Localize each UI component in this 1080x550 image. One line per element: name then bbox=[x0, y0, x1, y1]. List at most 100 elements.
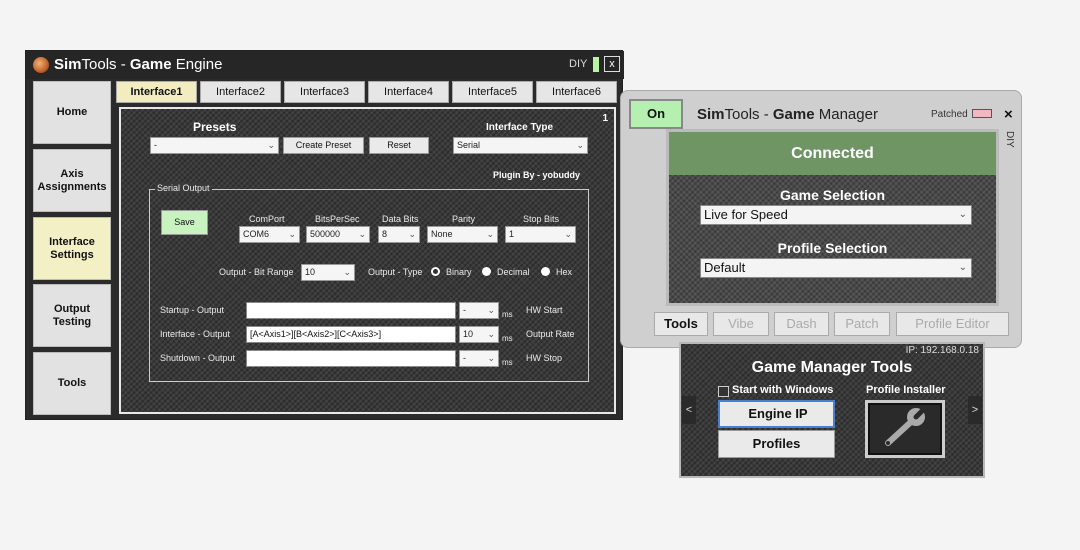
tab-interface5[interactable]: Interface5 bbox=[452, 81, 533, 103]
tab-patch[interactable]: Patch bbox=[834, 312, 890, 336]
tab-vibe[interactable]: Vibe bbox=[713, 312, 769, 336]
presets-dropdown[interactable]: - ⌄ bbox=[150, 137, 279, 154]
hw-stop-label: HW Stop bbox=[526, 353, 563, 363]
reset-button[interactable]: Reset bbox=[369, 137, 429, 154]
startup-output-input[interactable] bbox=[246, 302, 456, 319]
startup-output-label: Startup - Output bbox=[160, 305, 225, 315]
chevron-down-icon: ⌄ bbox=[267, 140, 275, 150]
binary-radio[interactable] bbox=[431, 267, 440, 276]
tab-tools[interactable]: Tools bbox=[654, 312, 708, 336]
tab-interface2[interactable]: Interface2 bbox=[200, 81, 281, 103]
bps-dropdown[interactable]: 500000 ⌄ bbox=[306, 226, 370, 243]
databits-label: Data Bits bbox=[382, 214, 419, 224]
engine-titlebar[interactable]: SimTools - Game Engine DIY x bbox=[26, 51, 624, 79]
chevron-down-icon: ⌄ bbox=[343, 267, 351, 277]
output-rate-label: Output Rate bbox=[526, 329, 575, 339]
hw-start-label: HW Start bbox=[526, 305, 563, 315]
shutdown-output-input[interactable] bbox=[246, 350, 456, 367]
binary-label: Binary bbox=[446, 267, 472, 277]
comport-label: ComPort bbox=[249, 214, 285, 224]
diy-indicator bbox=[593, 57, 599, 72]
chevron-down-icon: ⌄ bbox=[487, 305, 495, 315]
engine-title: SimTools - Game Engine bbox=[54, 56, 223, 73]
tab-interface1[interactable]: Interface1 bbox=[116, 81, 197, 103]
plugin-by-label: Plugin By - yobuddy bbox=[493, 170, 580, 180]
sidebar-item-tools[interactable]: Tools bbox=[33, 352, 111, 415]
chevron-down-icon: ⌄ bbox=[576, 140, 584, 150]
game-selection-dropdown[interactable]: Live for Speed ⌄ bbox=[700, 205, 972, 225]
tools-title: Game Manager Tools bbox=[751, 359, 913, 376]
databits-dropdown[interactable]: 8 ⌄ bbox=[378, 226, 420, 243]
hex-label: Hex bbox=[556, 267, 573, 277]
stopbits-dropdown[interactable]: 1 ⌄ bbox=[505, 226, 576, 243]
shutdown-output-label: Shutdown - Output bbox=[160, 353, 236, 363]
interface-output-label: Interface - Output bbox=[160, 329, 231, 339]
patched-indicator bbox=[972, 109, 992, 118]
chevron-down-icon: ⌄ bbox=[958, 262, 967, 273]
game-selection-label: Game Selection bbox=[779, 187, 886, 203]
right-arrow-button[interactable]: > bbox=[968, 396, 982, 424]
game-engine-window: SimTools - Game Engine DIY x Home Axis A… bbox=[25, 50, 624, 420]
profiles-button[interactable]: Profiles bbox=[718, 430, 835, 458]
chevron-down-icon: ⌄ bbox=[486, 229, 494, 239]
create-preset-button[interactable]: Create Preset bbox=[283, 137, 364, 154]
sidebar-item-interface-settings[interactable]: Interface Settings bbox=[33, 217, 111, 280]
on-button[interactable]: On bbox=[629, 99, 683, 129]
sidebar-item-home[interactable]: Home bbox=[33, 81, 111, 144]
profile-installer-button[interactable] bbox=[865, 400, 945, 458]
diy-label: DIY bbox=[569, 58, 588, 70]
close-button[interactable]: × bbox=[1004, 106, 1013, 123]
tab-dash[interactable]: Dash bbox=[774, 312, 829, 336]
chevron-down-icon: ⌄ bbox=[408, 229, 416, 239]
profile-installer-label: Profile Installer bbox=[866, 384, 946, 396]
engine-ip-button[interactable]: Engine IP bbox=[718, 400, 835, 428]
sidebar-item-axis-assignments[interactable]: Axis Assignments bbox=[33, 149, 111, 212]
save-button[interactable]: Save bbox=[161, 210, 208, 235]
tab-interface3[interactable]: Interface3 bbox=[284, 81, 365, 103]
game-manager-window: On SimTools - Game Manager Patched × DIY… bbox=[620, 90, 1022, 348]
profile-selection-dropdown[interactable]: Default ⌄ bbox=[700, 258, 972, 278]
close-button[interactable]: x bbox=[604, 56, 620, 72]
output-type-label: Output - Type bbox=[368, 267, 423, 277]
start-with-windows-label: Start with Windows bbox=[732, 384, 834, 396]
interface-number: 1 bbox=[602, 113, 608, 124]
shutdown-ms-dropdown[interactable]: - ⌄ bbox=[459, 350, 499, 367]
manager-main-panel: Connected Game Selection Live for Speed ⌄… bbox=[666, 129, 999, 306]
interface-ms-dropdown[interactable]: 10 ⌄ bbox=[459, 326, 499, 343]
diy-label: DIY bbox=[1004, 131, 1015, 148]
interface-output-input[interactable]: [A<Axis1>][B<Axis2>][C<Axis3>] bbox=[246, 326, 456, 343]
parity-label: Parity bbox=[452, 214, 476, 224]
chevron-down-icon: ⌄ bbox=[487, 353, 495, 363]
comport-dropdown[interactable]: COM6 ⌄ bbox=[239, 226, 300, 243]
bit-range-label: Output - Bit Range bbox=[219, 267, 294, 277]
serial-output-label: Serial Output bbox=[155, 183, 212, 193]
presets-label: Presets bbox=[193, 120, 237, 134]
decimal-radio[interactable] bbox=[482, 267, 491, 276]
chevron-down-icon: ⌄ bbox=[564, 229, 572, 239]
game-manager-tools-panel: IP: 192.168.0.18 Game Manager Tools Star… bbox=[679, 342, 985, 478]
chevron-down-icon: ⌄ bbox=[487, 329, 495, 339]
ms-label: ms bbox=[502, 310, 513, 319]
chevron-down-icon: ⌄ bbox=[288, 229, 296, 239]
tab-interface6[interactable]: Interface6 bbox=[536, 81, 617, 103]
interface-type-label: Interface Type bbox=[486, 122, 554, 133]
start-with-windows-checkbox[interactable] bbox=[718, 386, 729, 397]
simtools-logo-icon bbox=[33, 57, 49, 73]
interface-panel: 1 Presets - ⌄ Create Preset Reset Interfa… bbox=[119, 107, 616, 414]
bit-range-dropdown[interactable]: 10 ⌄ bbox=[301, 264, 355, 281]
interface-type-dropdown[interactable]: Serial ⌄ bbox=[453, 137, 588, 154]
bps-label: BitsPerSec bbox=[315, 214, 360, 224]
startup-ms-dropdown[interactable]: - ⌄ bbox=[459, 302, 499, 319]
sidebar-item-output-testing[interactable]: Output Testing bbox=[33, 284, 111, 347]
hex-radio[interactable] bbox=[541, 267, 550, 276]
parity-dropdown[interactable]: None ⌄ bbox=[427, 226, 498, 243]
ms-label: ms bbox=[502, 334, 513, 343]
tab-interface4[interactable]: Interface4 bbox=[368, 81, 449, 103]
chevron-down-icon: ⌄ bbox=[958, 209, 967, 220]
profile-selection-label: Profile Selection bbox=[777, 240, 888, 256]
patched-label: Patched bbox=[931, 109, 968, 120]
ms-label: ms bbox=[502, 358, 513, 367]
tab-profile-editor[interactable]: Profile Editor bbox=[896, 312, 1009, 336]
left-arrow-button[interactable]: < bbox=[682, 396, 696, 424]
stopbits-label: Stop Bits bbox=[523, 214, 560, 224]
